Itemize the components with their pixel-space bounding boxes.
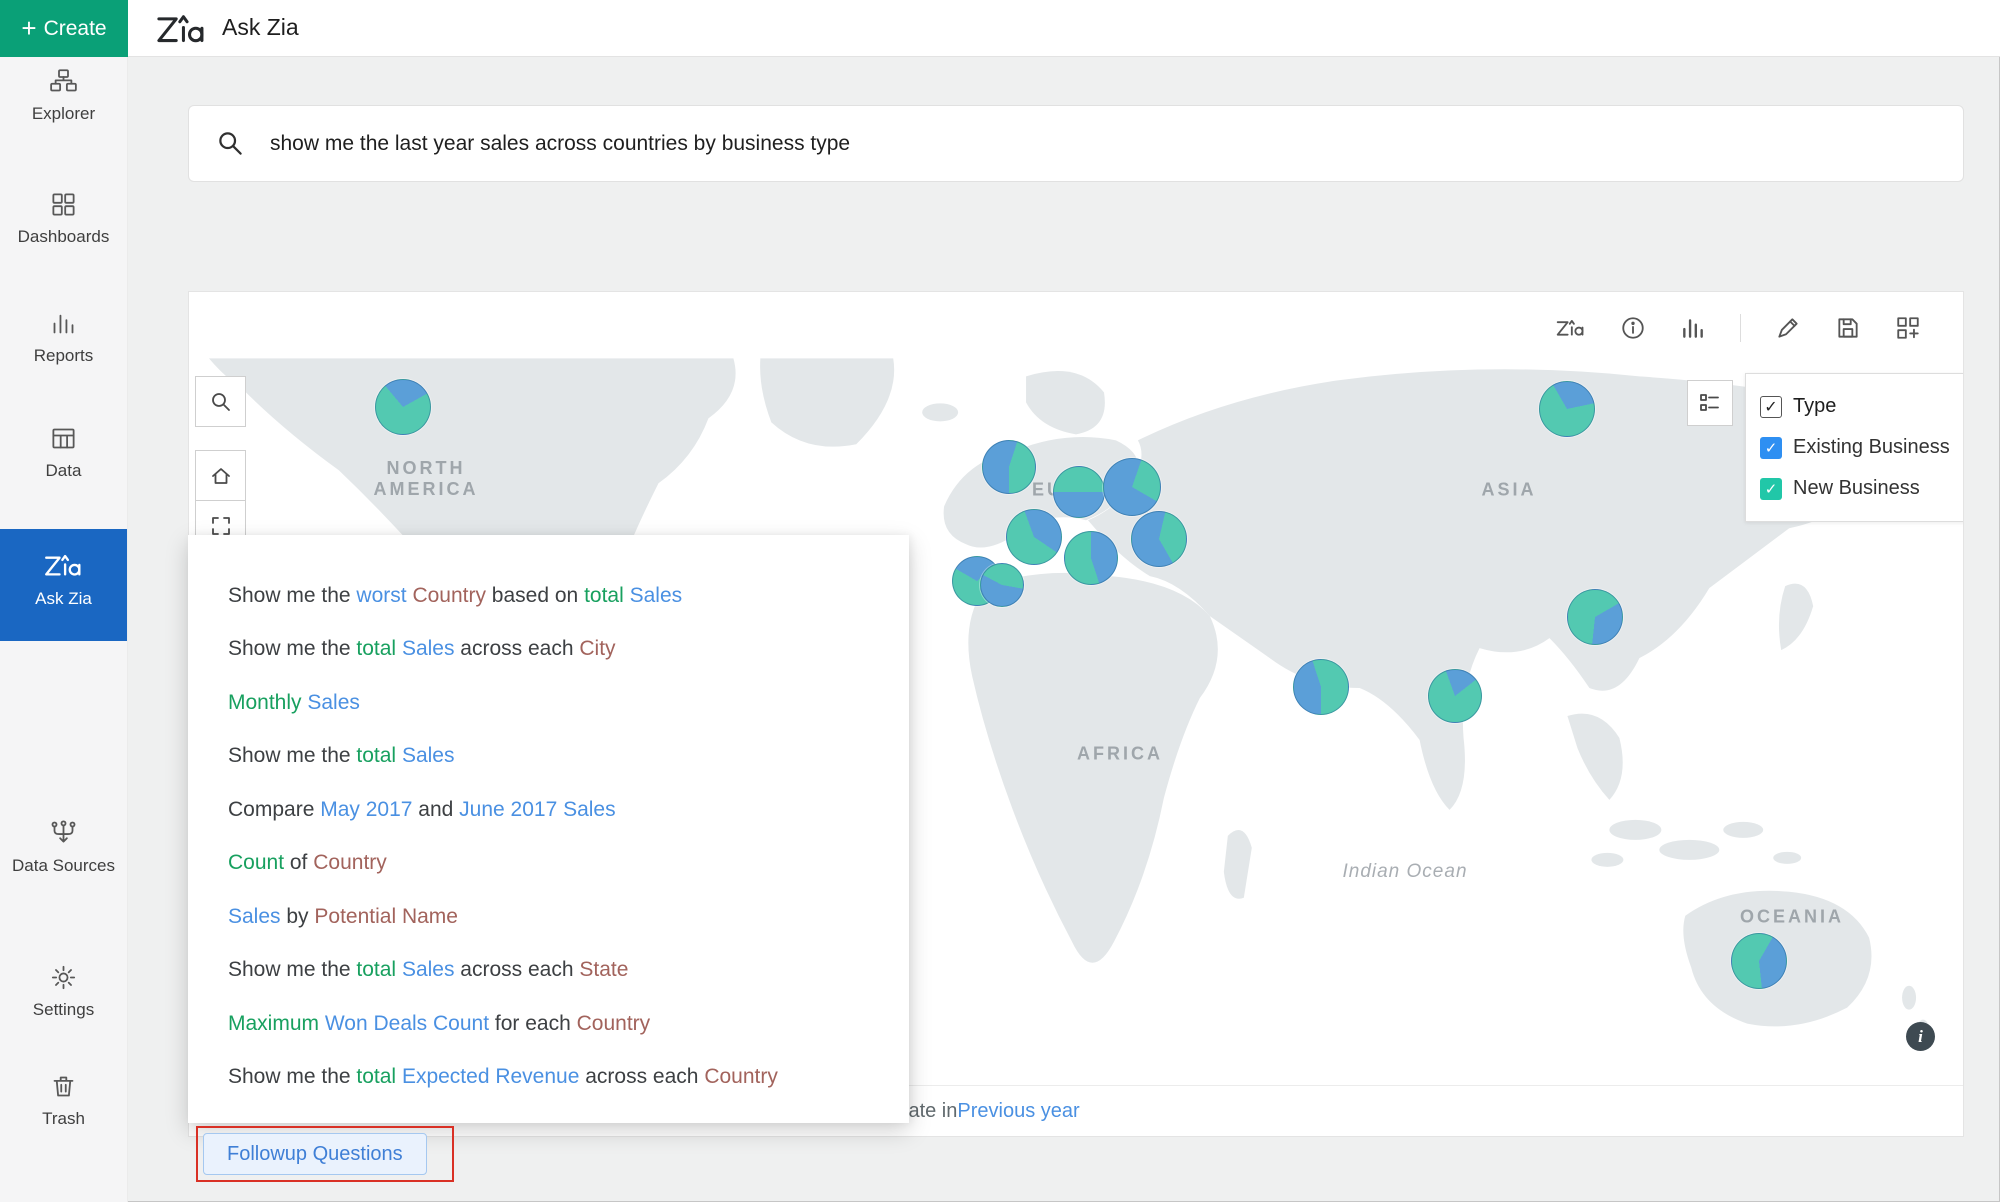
sidebar-item-label: Settings [33, 1000, 94, 1019]
existing-business-checkbox[interactable]: ✓ [1760, 437, 1782, 459]
plus-icon: + [21, 15, 36, 41]
sidebar-item-data-sources[interactable]: Data Sources [0, 820, 127, 876]
suggestions-list: Show me the worst Country based on total… [228, 569, 889, 1104]
map-home-button[interactable] [195, 450, 246, 501]
suggestion-item[interactable]: Count of Country [228, 837, 889, 891]
followup-suggestions-panel: Show me the worst Country based on total… [188, 535, 909, 1123]
map-info-icon[interactable]: i [1906, 1022, 1935, 1051]
sidebar-item-reports[interactable]: Reports [0, 310, 127, 366]
map-pie-chart[interactable] [1006, 509, 1062, 565]
expand-icon [209, 514, 233, 538]
legend-list-icon [1698, 391, 1722, 415]
suggestion-item[interactable]: Maximum Won Deals Count for each Country [228, 997, 889, 1051]
map-search-button[interactable] [195, 376, 246, 427]
suggestion-item[interactable]: Show me the total Sales across each City [228, 623, 889, 677]
create-label: Create [44, 17, 107, 41]
sidebar-item-data[interactable]: Data [0, 425, 127, 481]
map-pie-chart[interactable] [1567, 589, 1623, 645]
sidebar-item-label: Explorer [32, 104, 95, 123]
sidebar-item-label: Data [46, 461, 82, 480]
map-pie-chart[interactable] [1103, 458, 1161, 516]
ask-zia-search-bar [188, 105, 1964, 182]
search-icon [217, 130, 244, 157]
chart-type-icon[interactable] [1680, 315, 1706, 341]
ask-zia-icon [44, 551, 84, 580]
toolbar-divider [1740, 314, 1741, 342]
sidebar-item-trash[interactable]: Trash [0, 1073, 127, 1129]
map-pie-chart[interactable] [1539, 381, 1595, 437]
create-button[interactable]: + Create [0, 0, 128, 57]
suggestion-item[interactable]: Show me the worst Country based on total… [228, 569, 889, 623]
data-sources-icon [50, 820, 77, 847]
sidebar-item-label: Trash [42, 1109, 85, 1128]
trash-icon [50, 1073, 77, 1100]
suggestion-item[interactable]: Show me the total Sales [228, 730, 889, 784]
followup-questions-button[interactable]: Followup Questions [203, 1133, 427, 1175]
suggestion-item[interactable]: Compare May 2017 and June 2017 Sales [228, 783, 889, 837]
sidebar-item-settings[interactable]: Settings [0, 964, 127, 1020]
new-business-checkbox[interactable]: ✓ [1760, 478, 1782, 500]
legend-item-label: New Business [1793, 477, 1920, 500]
legend-title: Type [1793, 395, 1836, 418]
legend-item-existing-business[interactable]: ✓ Existing Business [1760, 427, 1952, 468]
sidebar: Explorer Dashboards Reports Data Ask Zia… [0, 57, 128, 1202]
map-pie-chart[interactable] [1293, 659, 1349, 715]
sidebar-item-label: Dashboards [18, 227, 110, 246]
sidebar-item-label: Ask Zia [35, 589, 92, 608]
explorer-icon [50, 68, 77, 95]
map-pie-chart[interactable] [982, 440, 1036, 494]
suggestion-item[interactable]: Sales by Potential Name [228, 890, 889, 944]
sidebar-item-ask-zia[interactable]: Ask Zia [0, 529, 127, 641]
legend-toggle-button[interactable] [1687, 380, 1733, 426]
dashboards-icon [50, 191, 77, 218]
info-icon[interactable] [1620, 315, 1646, 341]
reports-icon [50, 310, 77, 337]
legend-item-label: Existing Business [1793, 436, 1950, 459]
search-icon [209, 390, 233, 414]
sidebar-item-label: Reports [34, 346, 94, 365]
top-bar: + Create Ask Zia [0, 0, 2000, 57]
legend-panel: ✓ Type ✓ Existing Business ✓ New Busines… [1745, 373, 1963, 522]
sidebar-item-explorer[interactable]: Explorer [0, 68, 127, 124]
suggestion-item[interactable]: Monthly Sales [228, 676, 889, 730]
map-pie-chart[interactable] [1428, 669, 1482, 723]
map-pie-chart[interactable] [375, 379, 431, 435]
sidebar-item-dashboards[interactable]: Dashboards [0, 191, 127, 247]
save-icon[interactable] [1835, 315, 1861, 341]
edit-pencil-icon[interactable] [1775, 315, 1801, 341]
suggestion-item[interactable]: Show me the total Sales across each Stat… [228, 944, 889, 998]
legend-title-row[interactable]: ✓ Type [1760, 386, 1952, 427]
footer-previous-year-link[interactable]: Previous year [957, 1100, 1079, 1123]
card-toolbar [1556, 314, 1921, 342]
sidebar-item-label: Data Sources [12, 856, 115, 875]
map-pie-chart[interactable] [1731, 933, 1787, 989]
query-input[interactable] [270, 132, 1770, 156]
zia-logo-icon [156, 10, 208, 53]
data-table-icon [50, 425, 77, 452]
map-pie-chart[interactable] [1053, 466, 1105, 518]
type-checkbox[interactable]: ✓ [1760, 396, 1782, 418]
map-pie-chart[interactable] [980, 563, 1024, 607]
suggestion-item[interactable]: Show me the total Expected Revenue acros… [228, 1051, 889, 1105]
page-title: Ask Zia [222, 14, 299, 41]
map-pie-chart[interactable] [1131, 511, 1187, 567]
map-pie-chart[interactable] [1064, 531, 1118, 585]
home-icon [209, 464, 233, 488]
add-widget-icon[interactable] [1895, 315, 1921, 341]
gear-icon [50, 964, 77, 991]
screen: + Create Ask Zia Explorer Dashboards Rep… [0, 0, 2000, 1202]
legend-item-new-business[interactable]: ✓ New Business [1760, 468, 1952, 509]
zia-icon[interactable] [1556, 317, 1586, 339]
